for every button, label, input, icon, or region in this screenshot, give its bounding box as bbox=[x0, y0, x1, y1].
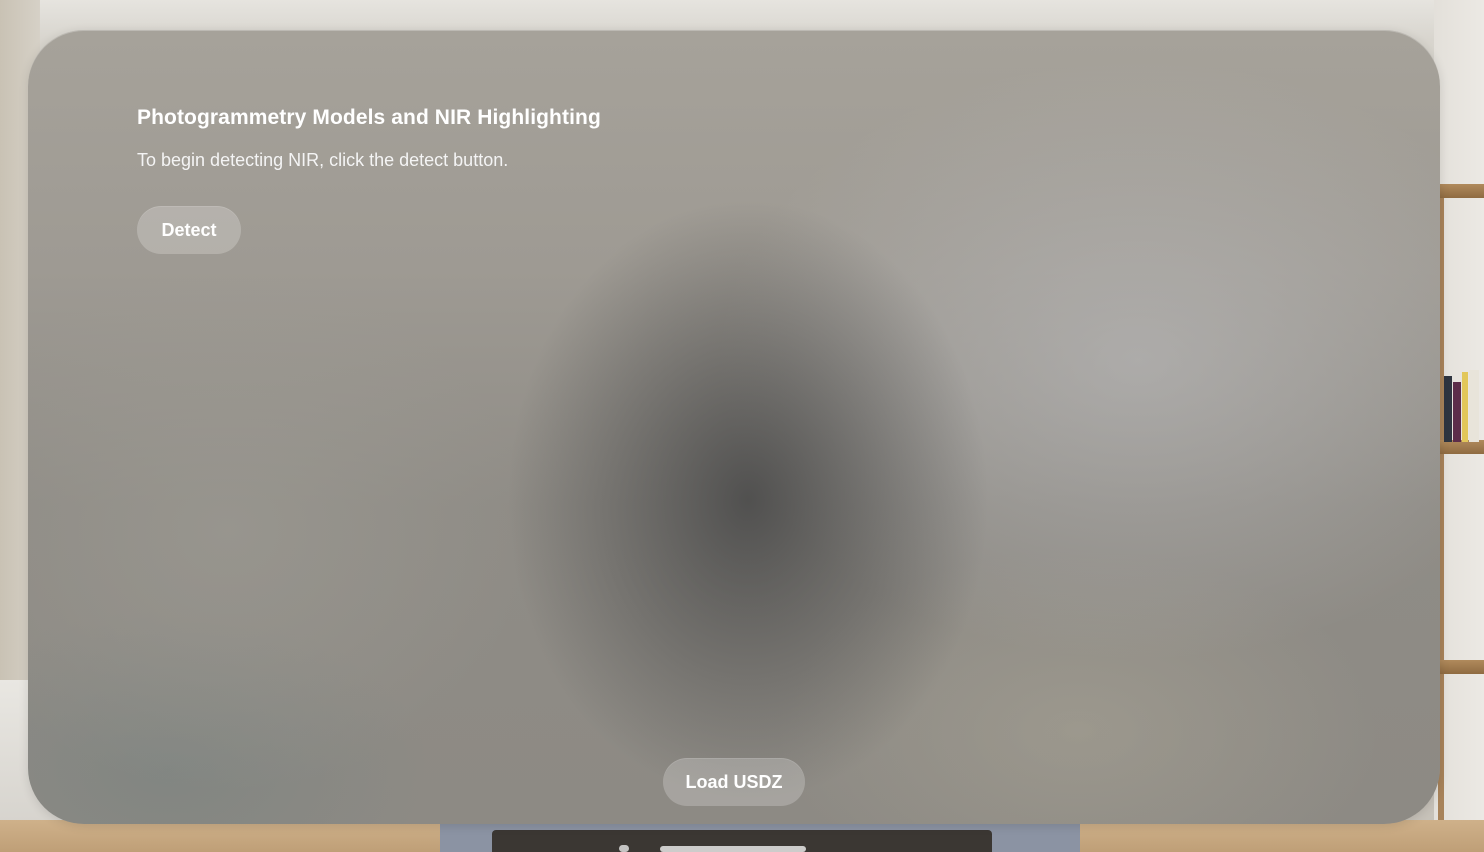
books bbox=[1442, 370, 1482, 442]
book bbox=[1469, 370, 1479, 442]
book bbox=[1453, 382, 1461, 442]
book bbox=[1444, 376, 1452, 442]
instruction-text: To begin detecting NIR, click the detect… bbox=[137, 150, 509, 170]
app-window: Photogrammetry Models and NIR Highlighti… bbox=[28, 30, 1440, 824]
window-title: Photogrammetry Models and NIR Highlighti… bbox=[137, 106, 601, 129]
window-close-dot[interactable] bbox=[619, 845, 629, 852]
window-grabber-bar[interactable] bbox=[660, 846, 806, 852]
load-usdz-button-label: Load USDZ bbox=[685, 771, 783, 792]
book bbox=[1462, 372, 1468, 442]
bookshelf-shelf bbox=[1440, 440, 1484, 454]
bookshelf-shelf bbox=[1440, 660, 1484, 674]
load-usdz-button[interactable]: Load USDZ bbox=[663, 758, 805, 806]
bookshelf-shelf bbox=[1440, 184, 1484, 198]
detect-button[interactable]: Detect bbox=[137, 206, 241, 254]
detect-button-label: Detect bbox=[161, 219, 217, 240]
